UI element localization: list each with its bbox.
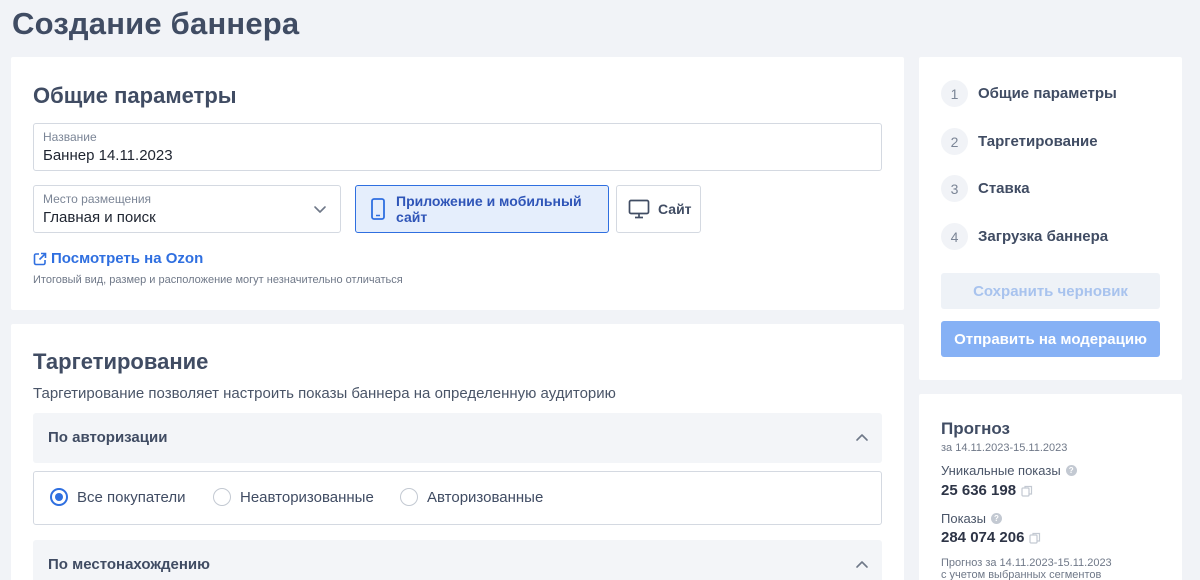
view-on-ozon-link[interactable]: Посмотреть на Ozon [33,250,203,267]
accordion-location-title: По местонахождению [48,556,210,573]
radio-all-buyers-label: Все покупатели [77,488,186,506]
placement-select[interactable]: Место размещения Главная и поиск [33,185,341,233]
radio-unchecked-icon [213,488,231,506]
unique-shows-value: 25 636 198 [941,482,1033,499]
accordion-location[interactable]: По местонахождению [33,540,882,580]
device-site-button[interactable]: Сайт [616,185,701,233]
external-link-icon [33,252,47,265]
radio-authorized[interactable]: Авторизованные [400,488,543,506]
banner-name-value[interactable]: Баннер 14.11.2023 [43,147,173,164]
forecast-footnote-2: с учетом выбранных сегментов [941,569,1102,580]
targeting-title: Таргетирование [33,349,209,374]
step-label: Загрузка баннера [978,228,1109,245]
radio-unauthorized-label: Неавторизованные [240,488,374,506]
targeting-card: Таргетирование Таргетирование позволяет … [11,324,904,580]
help-icon[interactable]: ? [1065,465,1077,476]
step-label: Ставка [978,180,1030,197]
accordion-authorization[interactable]: По авторизации [33,413,882,463]
copy-icon[interactable] [1029,532,1041,544]
unique-shows-label-text: Уникальные показы [941,463,1061,478]
radio-all-buyers[interactable]: Все покупатели [50,488,186,506]
radio-checked-icon [50,488,68,506]
forecast-footnote-1: Прогноз за 14.11.2023-15.11.2023 [941,557,1112,569]
help-icon[interactable]: ? [990,513,1002,524]
shows-label: Показы ? [941,511,1002,526]
step-targeting[interactable]: 2 Таргетирование [941,128,1098,155]
shows-value: 284 074 206 [941,529,1041,546]
general-params-title: Общие параметры [33,83,237,108]
chevron-up-icon[interactable] [855,431,869,445]
device-app-button[interactable]: Приложение и мобильный сайт [355,185,609,233]
radio-unchecked-icon [400,488,418,506]
forecast-title: Прогноз [941,419,1010,438]
step-label: Общие параметры [978,85,1117,102]
step-number: 3 [941,175,968,202]
forecast-card: Прогноз за 14.11.2023-15.11.2023 Уникаль… [919,394,1182,580]
step-number: 1 [941,80,968,107]
preview-hint: Итоговый вид, размер и расположение могу… [33,274,403,286]
shows-number: 284 074 206 [941,529,1025,546]
step-banner-upload[interactable]: 4 Загрузка баннера [941,223,1108,250]
steps-card: 1 Общие параметры 2 Таргетирование 3 Ста… [919,57,1182,380]
chevron-up-icon[interactable] [855,558,869,572]
submit-moderation-button[interactable]: Отправить на модерацию [941,321,1160,357]
banner-name-label: Название [43,130,97,144]
banner-name-input[interactable]: Название Баннер 14.11.2023 [33,123,882,171]
chevron-down-icon[interactable] [313,202,327,216]
monitor-icon [628,199,650,219]
authorization-radio-group: Все покупатели Неавторизованные Авторизо… [33,471,882,525]
radio-authorized-label: Авторизованные [427,488,544,506]
shows-label-text: Показы [941,511,986,526]
radio-unauthorized[interactable]: Неавторизованные [213,488,374,506]
step-number: 4 [941,223,968,250]
device-site-label: Сайт [658,201,692,217]
targeting-description: Таргетирование позволяет настроить показ… [33,385,616,402]
forecast-period: за 14.11.2023-15.11.2023 [941,442,1068,454]
unique-shows-number: 25 636 198 [941,482,1017,499]
copy-icon[interactable] [1021,485,1033,497]
step-number: 2 [941,128,968,155]
unique-shows-label: Уникальные показы ? [941,463,1077,478]
accordion-authorization-title: По авторизации [48,429,168,446]
step-general-params[interactable]: 1 Общие параметры [941,80,1117,107]
page-title: Создание баннера [12,6,300,41]
device-app-label: Приложение и мобильный сайт [396,193,582,225]
save-draft-button[interactable]: Сохранить черновик [941,273,1160,309]
view-on-ozon-label: Посмотреть на Ozon [51,250,204,267]
step-label: Таргетирование [978,133,1098,150]
placement-label: Место размещения [43,192,152,206]
smartphone-icon [371,198,385,220]
placement-value: Главная и поиск [43,209,156,226]
general-params-card: Общие параметры Название Баннер 14.11.20… [11,57,904,310]
step-bid[interactable]: 3 Ставка [941,175,1030,202]
